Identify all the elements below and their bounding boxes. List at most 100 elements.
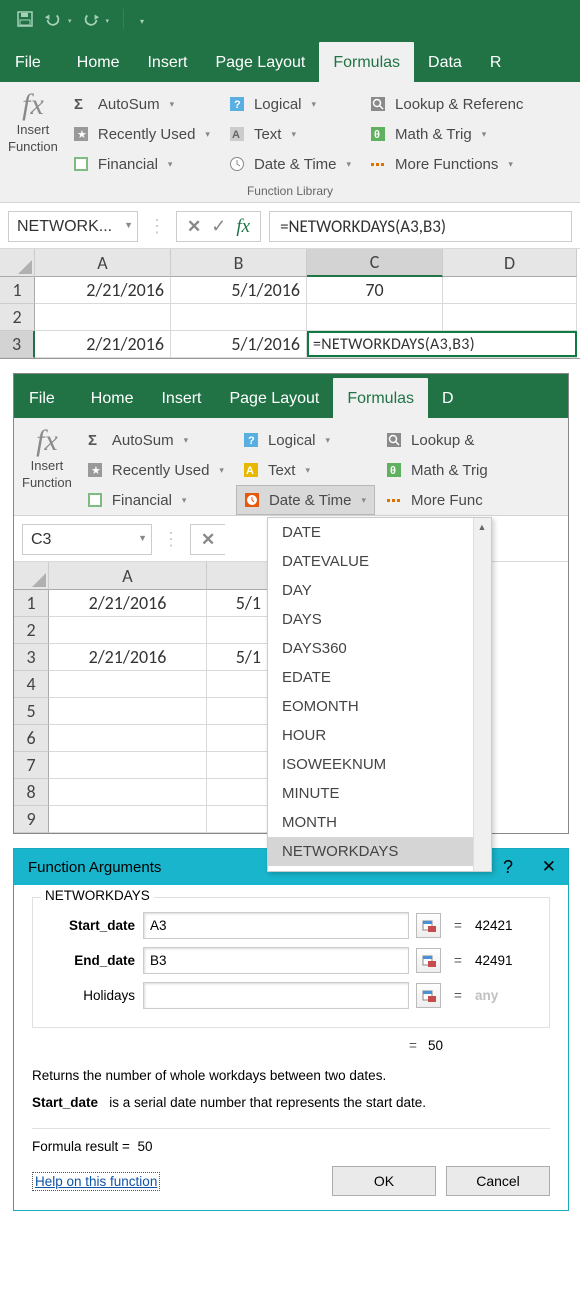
cell-b4[interactable] — [207, 671, 267, 698]
col-header-b[interactable] — [207, 562, 267, 590]
collapse-dialog-icon[interactable] — [416, 913, 441, 938]
cell-b2[interactable] — [171, 304, 307, 331]
financial-button[interactable]: Financial▾ — [80, 485, 232, 515]
tab-extra[interactable]: R — [476, 42, 516, 82]
row-header-1[interactable]: 1 — [0, 277, 35, 304]
logical-button[interactable]: ?Logical▾ — [222, 89, 359, 119]
tab-formulas[interactable]: Formulas — [333, 378, 428, 418]
cell-c3[interactable]: =NETWORKDAYS(A3,B3) — [307, 331, 577, 358]
cell-b3[interactable]: 5/1 — [207, 644, 267, 671]
dd-item-isoweeknum[interactable]: ISOWEEKNUM — [268, 750, 491, 779]
cell-a6[interactable] — [49, 725, 207, 752]
col-header-a[interactable]: A — [49, 562, 207, 590]
cell-d2[interactable] — [443, 304, 577, 331]
name-box[interactable]: NETWORK...▼ — [8, 211, 138, 242]
chevron-down-icon[interactable]: ▼ — [124, 220, 133, 230]
recently-used-button[interactable]: ★Recently Used▾ — [80, 455, 232, 485]
chevron-down-icon[interactable]: ▼ — [138, 533, 147, 543]
date-time-button[interactable]: Date & Time▾ — [236, 485, 375, 515]
cancel-icon[interactable]: ✕ — [187, 217, 201, 237]
dd-item-edate[interactable]: EDATE — [268, 663, 491, 692]
fx-icon[interactable]: fx — [236, 216, 250, 238]
redo-icon[interactable] — [82, 10, 100, 28]
text-button[interactable]: AText▾ — [222, 119, 359, 149]
row-header-8[interactable]: 8 — [14, 779, 49, 806]
row-header-2[interactable]: 2 — [0, 304, 35, 331]
tab-file[interactable]: File — [10, 42, 63, 82]
help-link[interactable]: Help on this function — [32, 1172, 160, 1191]
arg-input-holidays[interactable] — [143, 982, 409, 1009]
dd-item-days360[interactable]: DAYS360 — [268, 634, 491, 663]
cell-b3[interactable]: 5/1/2016 — [171, 331, 307, 358]
dd-item-minute[interactable]: MINUTE — [268, 779, 491, 808]
collapse-dialog-icon[interactable] — [416, 983, 441, 1008]
lookup-button[interactable]: Lookup & — [379, 425, 496, 455]
cell-a2[interactable] — [35, 304, 171, 331]
logical-button[interactable]: ?Logical▾ — [236, 425, 375, 455]
select-all-corner[interactable] — [14, 562, 49, 590]
col-header-c[interactable]: C — [307, 249, 443, 277]
cell-b8[interactable] — [207, 779, 267, 806]
tab-page-layout[interactable]: Page Layout — [215, 378, 333, 418]
scroll-up-icon[interactable]: ▲ — [473, 518, 491, 536]
row-header-5[interactable]: 5 — [14, 698, 49, 725]
dd-item-days[interactable]: DAYS — [268, 605, 491, 634]
dd-item-eomonth[interactable]: EOMONTH — [268, 692, 491, 721]
row-header-7[interactable]: 7 — [14, 752, 49, 779]
tab-insert[interactable]: Insert — [133, 42, 201, 82]
cell-a3[interactable]: 2/21/2016 — [35, 331, 171, 358]
cell-a9[interactable] — [49, 806, 207, 833]
customize-qat-icon[interactable]: ▾ — [140, 17, 144, 26]
collapse-dialog-icon[interactable] — [416, 948, 441, 973]
save-icon[interactable] — [16, 10, 34, 28]
dd-item-hour[interactable]: HOUR — [268, 721, 491, 750]
cell-a8[interactable] — [49, 779, 207, 806]
row-header-3[interactable]: 3 — [0, 331, 35, 358]
financial-button[interactable]: Financial▾ — [66, 149, 218, 179]
enter-icon[interactable]: ✓ — [211, 216, 226, 237]
insert-function-button[interactable]: fx Insert Function — [14, 423, 80, 515]
tab-insert[interactable]: Insert — [147, 378, 215, 418]
tab-file[interactable]: File — [24, 378, 77, 418]
lookup-button[interactable]: Lookup & Referenc — [363, 89, 531, 119]
cancel-button[interactable]: Cancel — [446, 1166, 550, 1196]
tab-home[interactable]: Home — [77, 378, 148, 418]
row-header-6[interactable]: 6 — [14, 725, 49, 752]
help-icon[interactable]: ? — [503, 857, 513, 878]
math-trig-button[interactable]: θMath & Trig▾ — [363, 119, 531, 149]
cell-a1[interactable]: 2/21/2016 — [49, 590, 207, 617]
dd-item-day[interactable]: DAY — [268, 576, 491, 605]
col-header-b[interactable]: B — [171, 249, 307, 277]
tab-formulas[interactable]: Formulas — [319, 42, 414, 82]
name-box[interactable]: C3▼ — [22, 524, 152, 555]
cell-b2[interactable] — [207, 617, 267, 644]
dd-item-datevalue[interactable]: DATEVALUE — [268, 547, 491, 576]
autosum-button[interactable]: ΣAutoSum▾ — [80, 425, 232, 455]
tab-page-layout[interactable]: Page Layout — [201, 42, 319, 82]
date-time-button[interactable]: Date & Time▾ — [222, 149, 359, 179]
date-time-dropdown[interactable]: ▲ DATE DATEVALUE DAY DAYS DAYS360 EDATE … — [267, 517, 492, 872]
cell-b7[interactable] — [207, 752, 267, 779]
dd-item-date[interactable]: DATE — [268, 518, 491, 547]
scrollbar[interactable]: ▲ — [473, 518, 491, 871]
formula-bar[interactable]: =NETWORKDAYS(A3,B3) — [269, 211, 572, 242]
cell-d1[interactable] — [443, 277, 577, 304]
cell-a7[interactable] — [49, 752, 207, 779]
autosum-button[interactable]: ΣAutoSum▾ — [66, 89, 218, 119]
row-header-2[interactable]: 2 — [14, 617, 49, 644]
undo-icon[interactable] — [44, 10, 62, 28]
cell-a3[interactable]: 2/21/2016 — [49, 644, 207, 671]
close-icon[interactable]: ✕ — [542, 857, 556, 877]
math-trig-button[interactable]: θMath & Trig — [379, 455, 496, 485]
row-header-1[interactable]: 1 — [14, 590, 49, 617]
ok-button[interactable]: OK — [332, 1166, 436, 1196]
cell-b9[interactable] — [207, 806, 267, 833]
cell-b1[interactable]: 5/1 — [207, 590, 267, 617]
cell-c2[interactable] — [307, 304, 443, 331]
cell-b1[interactable]: 5/1/2016 — [171, 277, 307, 304]
cell-c1[interactable]: 70 — [307, 277, 443, 304]
row-header-9[interactable]: 9 — [14, 806, 49, 833]
tab-data[interactable]: Data — [414, 42, 476, 82]
cell-a2[interactable] — [49, 617, 207, 644]
cell-a1[interactable]: 2/21/2016 — [35, 277, 171, 304]
